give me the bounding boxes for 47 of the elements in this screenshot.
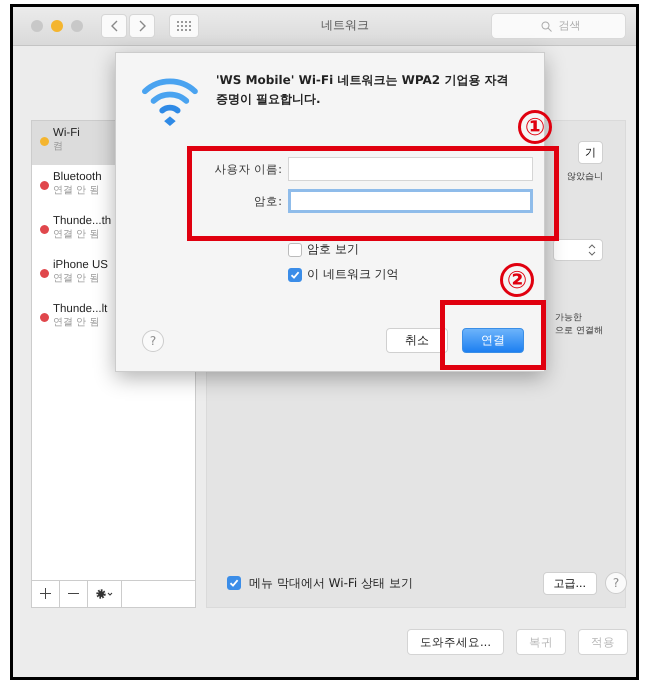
- input-field[interactable]: [288, 157, 533, 181]
- forward-button[interactable]: [129, 14, 155, 38]
- search-field[interactable]: 검색: [491, 12, 626, 39]
- field-label: 사용자 이름:: [214, 162, 282, 176]
- service-name: Thunde...th: [53, 214, 112, 226]
- grid-icon: [177, 20, 191, 31]
- service-status: 연결 안 됨: [53, 228, 100, 240]
- sidebar-item[interactable]: Thunde...th 연결 안 됨: [32, 208, 195, 252]
- window-title: 네트워크: [320, 17, 370, 34]
- sidebar-item[interactable]: Bluetooth 연결 안 됨: [32, 164, 195, 208]
- dialog-message: 'WS Mobile' Wi-Fi 네트워크는 WPA2 기업용 자격 증명이 필요합니다.: [216, 72, 510, 108]
- step-number: ①: [518, 110, 552, 144]
- checkbox-label: 메뉴 막대에서 Wi-Fi 상태 보기: [249, 574, 413, 592]
- service-name: Thunde...lt: [53, 302, 108, 314]
- step-number: ②: [500, 263, 534, 297]
- checkbox-label: 암호 보기: [307, 241, 359, 258]
- service-status: 연결 안 됨: [53, 272, 100, 284]
- hint-text: 가능한: [555, 312, 584, 324]
- hint-text: 으로 연결해: [555, 324, 603, 336]
- back-button[interactable]: [101, 14, 127, 38]
- footer-button[interactable]: 도와주세요...: [407, 629, 504, 656]
- dialog-button[interactable]: 취소: [386, 328, 448, 353]
- network-select[interactable]: [553, 238, 603, 260]
- service-name: iPhone US: [53, 258, 108, 270]
- sidebar-item[interactable]: iPhone US 연결 안 됨: [32, 252, 195, 296]
- service-status: 연결 안 됨: [53, 184, 100, 196]
- service-status: 연결 안 됨: [53, 316, 100, 328]
- search-icon: [541, 20, 552, 32]
- show-all-button[interactable]: [169, 14, 199, 38]
- service-name: Wi-Fi: [53, 126, 80, 138]
- input-field[interactable]: [288, 189, 533, 213]
- checkbox[interactable]: [288, 242, 302, 256]
- window-control[interactable]: [51, 20, 63, 32]
- checkbox[interactable]: [288, 268, 302, 282]
- service-status: 켬: [53, 140, 64, 152]
- updown-chevron-icon: [588, 244, 596, 256]
- status-text: 않았습니: [567, 170, 603, 182]
- checkbox[interactable]: [227, 576, 241, 590]
- chevron-right-icon: [138, 20, 146, 32]
- chevron-left-icon: [110, 20, 118, 32]
- plus-icon: [40, 588, 51, 599]
- wifi-toggle-button[interactable]: 기: [578, 140, 603, 164]
- service-name: Bluetooth: [53, 170, 102, 182]
- checkbox-label: 이 네트워크 기억: [307, 266, 399, 283]
- advanced-button[interactable]: 고급...: [542, 572, 597, 594]
- gear-icon: [94, 588, 114, 600]
- field-label: 암호:: [254, 194, 282, 208]
